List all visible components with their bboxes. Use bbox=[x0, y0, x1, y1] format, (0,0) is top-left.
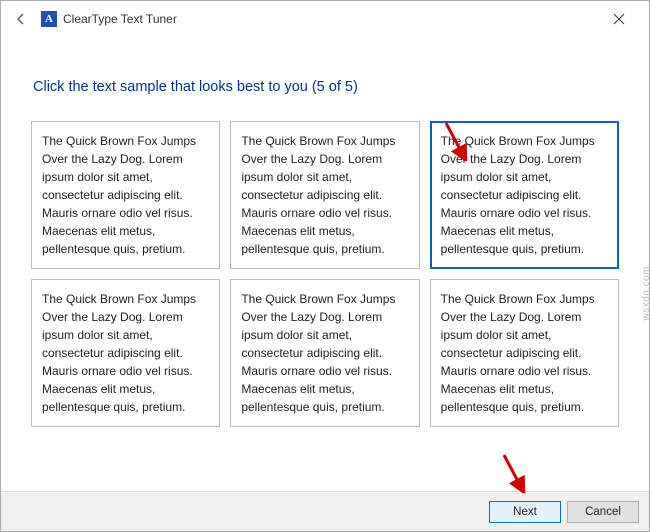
text-sample-5[interactable]: The Quick Brown Fox Jumps Over the Lazy … bbox=[230, 279, 419, 427]
text-sample-6[interactable]: The Quick Brown Fox Jumps Over the Lazy … bbox=[430, 279, 619, 427]
cancel-button[interactable]: Cancel bbox=[567, 501, 639, 523]
back-button[interactable] bbox=[9, 7, 33, 31]
text-sample-2[interactable]: The Quick Brown Fox Jumps Over the Lazy … bbox=[230, 121, 419, 269]
footer: Next Cancel bbox=[1, 491, 649, 531]
arrow-annotation-bottom bbox=[499, 453, 529, 493]
sample-grid: The Quick Brown Fox Jumps Over the Lazy … bbox=[31, 121, 619, 427]
titlebar: A ClearType Text Tuner bbox=[1, 1, 649, 37]
next-button[interactable]: Next bbox=[489, 501, 561, 523]
app-icon: A bbox=[41, 11, 57, 27]
app-title: ClearType Text Tuner bbox=[63, 12, 177, 26]
close-button[interactable] bbox=[599, 7, 639, 31]
watermark: wsxdn.com bbox=[642, 266, 650, 321]
content-area: Click the text sample that looks best to… bbox=[1, 37, 649, 427]
text-sample-1[interactable]: The Quick Brown Fox Jumps Over the Lazy … bbox=[31, 121, 220, 269]
text-sample-3[interactable]: The Quick Brown Fox Jumps Over the Lazy … bbox=[430, 121, 619, 269]
text-sample-4[interactable]: The Quick Brown Fox Jumps Over the Lazy … bbox=[31, 279, 220, 427]
instruction-text: Click the text sample that looks best to… bbox=[33, 79, 619, 95]
cleartype-tuner-window: A ClearType Text Tuner Click the text sa… bbox=[0, 0, 650, 532]
